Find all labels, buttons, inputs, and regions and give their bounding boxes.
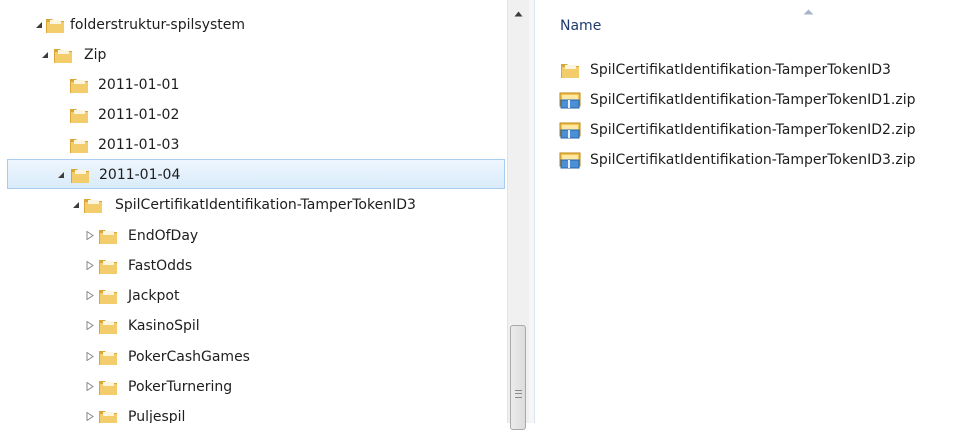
tree-node-label: 2011-01-01 — [98, 77, 180, 93]
folder-icon — [98, 226, 118, 246]
tree-node-label: Zip — [84, 47, 107, 63]
folder-icon — [98, 347, 118, 367]
tree-node-label: 2011-01-04 — [99, 167, 181, 183]
tree-node-spilcertifikat-tampertokenid3[interactable]: SpilCertifikatIdentifikation-TamperToken… — [7, 190, 505, 220]
tree-node-label: 2011-01-02 — [98, 107, 180, 123]
tree-node-label: KasinoSpil — [128, 318, 200, 334]
folder-icon — [98, 286, 118, 306]
list-item-name: SpilCertifikatIdentifikation-TamperToken… — [590, 152, 916, 168]
tree-node-endofday[interactable]: EndOfDay — [7, 221, 505, 251]
tree-node-2011-01-03[interactable]: 2011-01-03 — [7, 130, 505, 160]
folder-icon — [53, 45, 73, 65]
tree-node-label: folderstruktur-spilsystem — [70, 17, 246, 33]
expanded-arrow-icon[interactable] — [71, 200, 80, 209]
sort-ascending-icon — [803, 9, 814, 15]
folder-icon — [559, 60, 581, 80]
tree-node-label: 2011-01-03 — [98, 137, 180, 153]
scroll-up-button[interactable] — [508, 0, 529, 28]
tree-node-fastodds[interactable]: FastOdds — [7, 251, 505, 281]
collapsed-arrow-icon[interactable] — [85, 321, 94, 330]
collapsed-arrow-icon[interactable] — [85, 382, 94, 391]
folder-icon — [98, 256, 118, 276]
tree-node-label: PokerTurnering — [128, 379, 233, 395]
collapsed-arrow-icon[interactable] — [85, 352, 94, 361]
scroll-thumb[interactable] — [510, 325, 526, 430]
tree-node-kasinospil[interactable]: KasinoSpil — [7, 311, 505, 341]
tree-node-pokercashgames[interactable]: PokerCashGames — [7, 342, 505, 372]
list-item-name: SpilCertifikatIdentifikation-TamperToken… — [590, 92, 916, 108]
folder-icon — [98, 316, 118, 336]
collapsed-arrow-icon[interactable] — [85, 231, 94, 240]
tree-node-folderstruktur-spilsystem[interactable]: folderstruktur-spilsystem — [7, 10, 505, 40]
folder-icon — [98, 407, 118, 423]
tree-node-label: Jackpot — [128, 288, 180, 304]
collapsed-arrow-icon[interactable] — [85, 261, 94, 270]
tree-node-puljespil[interactable]: Puljespil — [7, 402, 505, 423]
folder-icon — [98, 377, 118, 397]
tree-node-zip[interactable]: Zip — [7, 40, 505, 70]
expanded-arrow-icon[interactable] — [40, 50, 49, 59]
name-column-header[interactable]: Name — [560, 18, 601, 34]
list-item[interactable]: SpilCertifikatIdentifikation-TamperToken… — [559, 148, 969, 172]
collapsed-arrow-icon[interactable] — [85, 412, 94, 421]
file-list-pane: Name SpilCertifikatIdentifikation-Tamper… — [535, 0, 979, 423]
tree-node-2011-01-04[interactable]: 2011-01-04 — [7, 159, 505, 189]
navigation-tree[interactable]: folderstruktur-spilsystem Zip 2011-01-01… — [0, 0, 507, 423]
folder-icon — [69, 105, 89, 125]
tree-node-label: EndOfDay — [128, 228, 199, 244]
tree-node-pokerturnering[interactable]: PokerTurnering — [7, 372, 505, 402]
tree-vertical-scrollbar[interactable] — [507, 0, 529, 430]
list-item-name: SpilCertifikatIdentifikation-TamperToken… — [590, 122, 916, 138]
expanded-arrow-icon[interactable] — [34, 20, 43, 29]
list-item-name: SpilCertifikatIdentifikation-TamperToken… — [590, 62, 891, 78]
folder-icon — [83, 195, 103, 215]
folder-icon — [69, 75, 89, 95]
tree-node-label: FastOdds — [128, 258, 193, 274]
zip-folder-icon — [559, 120, 581, 140]
tree-node-jackpot[interactable]: Jackpot — [7, 281, 505, 311]
tree-node-2011-01-02[interactable]: 2011-01-02 — [7, 100, 505, 130]
tree-node-2011-01-01[interactable]: 2011-01-01 — [7, 70, 505, 100]
scroll-up-arrow-icon — [514, 11, 523, 17]
list-item[interactable]: SpilCertifikatIdentifikation-TamperToken… — [559, 58, 969, 82]
folder-icon — [69, 135, 89, 155]
zip-folder-icon — [559, 150, 581, 170]
collapsed-arrow-icon[interactable] — [85, 291, 94, 300]
tree-node-label: PokerCashGames — [128, 349, 250, 365]
scroll-thumb-grip-icon — [515, 390, 522, 398]
list-item[interactable]: SpilCertifikatIdentifikation-TamperToken… — [559, 88, 969, 112]
zip-folder-icon — [559, 90, 581, 110]
tree-node-label: Puljespil — [128, 409, 186, 423]
folder-icon — [70, 165, 90, 185]
list-item[interactable]: SpilCertifikatIdentifikation-TamperToken… — [559, 118, 969, 142]
expanded-arrow-icon[interactable] — [56, 170, 65, 179]
folder-icon — [45, 15, 65, 35]
tree-node-label: SpilCertifikatIdentifikation-TamperToken… — [115, 197, 416, 213]
